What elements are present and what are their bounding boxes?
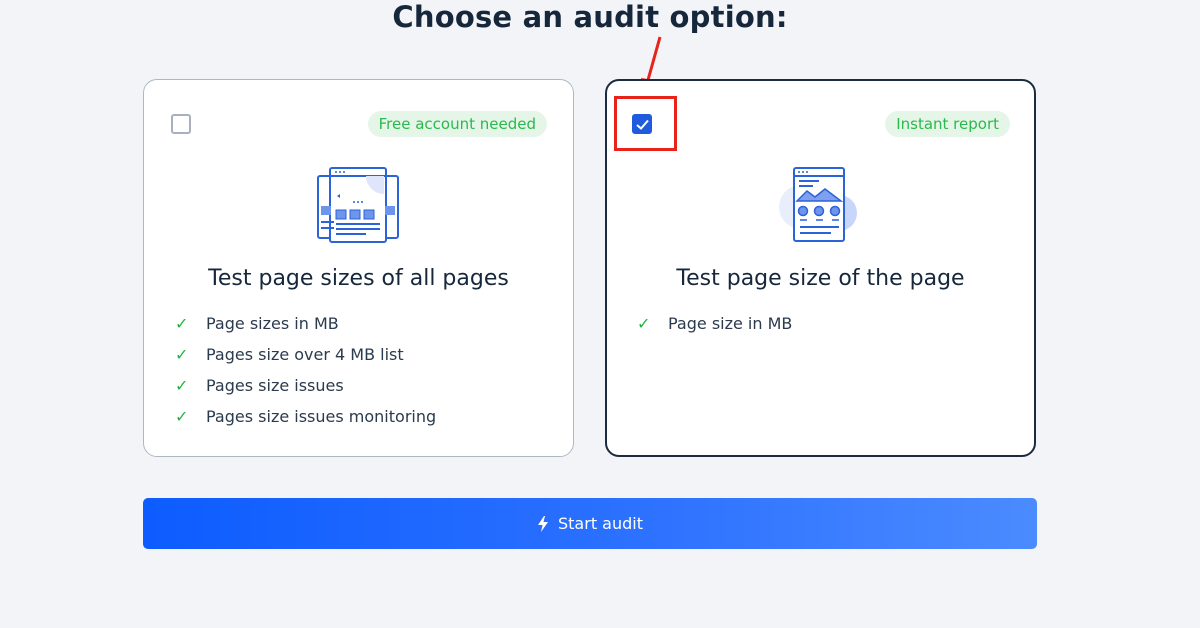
option-title: Test page size of the page xyxy=(676,266,965,291)
start-audit-label: Start audit xyxy=(558,514,643,533)
feature-label: Pages size over 4 MB list xyxy=(206,345,404,364)
list-item: ✓ Page size in MB xyxy=(637,308,792,339)
feature-label: Page size in MB xyxy=(668,314,793,333)
option-card-single-page[interactable]: Instant report Test page size of the pag… xyxy=(605,79,1036,457)
status-badge: Free account needed xyxy=(367,111,547,137)
status-badge: Instant report xyxy=(885,111,1010,137)
option-checkbox-single-page[interactable] xyxy=(632,114,652,134)
option-title: Test page sizes of all pages xyxy=(208,266,509,291)
lightning-icon xyxy=(537,515,549,532)
check-icon: ✓ xyxy=(637,314,651,333)
feature-label: Pages size issues xyxy=(206,376,344,395)
check-icon: ✓ xyxy=(175,314,189,333)
feature-list: ✓ Page size in MB xyxy=(637,308,792,339)
list-item: ✓ Pages size over 4 MB list xyxy=(175,339,436,370)
option-card-all-pages[interactable]: Free account needed Test page sizes of a… xyxy=(143,79,574,457)
list-item: ✓ Page sizes in MB xyxy=(175,308,436,339)
option-checkbox-all-pages[interactable] xyxy=(171,114,191,134)
multi-page-illustration-icon xyxy=(316,167,399,243)
check-icon: ✓ xyxy=(175,376,189,395)
start-audit-button[interactable]: Start audit xyxy=(143,498,1037,549)
list-item: ✓ Pages size issues monitoring xyxy=(175,401,436,432)
single-page-illustration-icon xyxy=(778,167,857,242)
page-title: Choose an audit option: xyxy=(392,0,788,34)
feature-list: ✓ Page sizes in MB ✓ Pages size over 4 MB … xyxy=(175,308,436,432)
feature-label: Pages size issues monitoring xyxy=(206,407,437,426)
check-icon: ✓ xyxy=(175,407,189,426)
list-item: ✓ Pages size issues xyxy=(175,370,436,401)
feature-label: Page sizes in MB xyxy=(206,314,339,333)
check-icon: ✓ xyxy=(175,345,189,364)
checkmark-icon xyxy=(636,119,649,130)
